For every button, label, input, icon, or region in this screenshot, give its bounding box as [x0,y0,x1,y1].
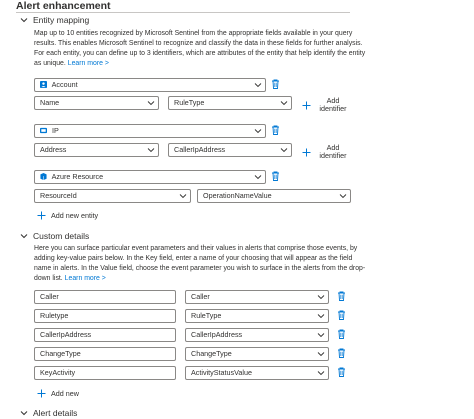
chevron-down-icon [317,371,325,376]
chevron-down-icon [280,101,288,106]
account-icon [40,81,47,88]
entity-type-value: Azure Resource [51,172,104,181]
add-identifier-button[interactable]: Add identifier [302,144,351,160]
add-new-detail-label: Add new [51,389,79,398]
chevron-down-icon [317,333,325,338]
entity-type-dropdown-ip[interactable]: IP [34,124,266,138]
delete-detail-icon[interactable] [337,310,346,320]
column-dropdown[interactable]: RuleType [168,96,292,110]
custom-detail-value-dropdown[interactable]: ChangeType [185,347,329,361]
custom-detail-value-dropdown[interactable]: RuleType [185,309,329,323]
custom-details-description: Here you can surface particular event pa… [34,245,366,282]
chevron-down-icon [147,101,155,106]
custom-detail-value-dropdown[interactable]: CallerIpAddress [185,328,329,342]
identifier-dropdown[interactable]: ResourceId [34,189,191,203]
plus-icon [37,211,46,220]
entity-mapping-toggle[interactable]: Entity mapping [19,15,89,25]
chevron-down-icon [254,83,262,88]
custom-detail-value-dropdown[interactable]: Caller [185,290,329,304]
delete-detail-icon[interactable] [337,348,346,358]
chevron-down-icon [254,175,262,180]
page-title: Alert enhancement [16,0,111,12]
chevron-down-icon [20,18,28,23]
entity-type-dropdown-account[interactable]: Account [34,78,266,92]
alert-details-toggle[interactable]: Alert details [19,408,77,418]
delete-detail-icon[interactable] [337,367,346,377]
plus-icon [302,148,311,156]
plus-icon [37,389,46,398]
entity-mapping-header: Entity mapping [33,15,90,25]
plus-icon [302,101,311,109]
add-identifier-label: Add identifier [319,143,347,160]
custom-details-header: Custom details [33,231,90,241]
delete-entity-icon[interactable] [271,171,280,181]
chevron-down-icon [317,314,325,319]
ip-icon [40,127,47,134]
identifier-dropdown[interactable]: Address [34,143,159,157]
title-divider [16,12,350,13]
column-dropdown[interactable]: CallerIpAddress [168,143,292,157]
entity-type-value: IP [52,126,59,135]
chevron-down-icon [317,295,325,300]
custom-detail-key-input[interactable]: ChangeType [34,347,176,361]
chevron-down-icon [147,148,155,153]
add-new-entity-label: Add new entity [51,211,99,220]
custom-detail-key-input[interactable]: CallerIpAddress [34,328,176,342]
entity-type-value: Account [51,80,78,89]
add-identifier-label: Add identifier [319,96,347,113]
add-new-detail-button[interactable]: Add new [37,389,79,398]
add-identifier-button[interactable]: Add identifier [302,97,351,113]
entity-type-dropdown-azure-resource[interactable]: Azure Resource [34,170,266,184]
chevron-down-icon [254,129,262,134]
custom-detail-key-input[interactable]: Caller [34,290,176,304]
custom-detail-value-dropdown[interactable]: ActivityStatusValue [185,366,329,380]
entity-mapping-description: Map up to 10 entities recognized by Micr… [34,30,366,67]
entity-mapping-learn-more-link[interactable]: Learn more > [68,60,109,67]
alert-details-header: Alert details [33,408,78,418]
chevron-down-icon [280,148,288,153]
chevron-down-icon [20,234,28,239]
custom-detail-key-input[interactable]: KeyActivity [34,366,176,380]
delete-detail-icon[interactable] [337,329,346,339]
chevron-down-icon [317,352,325,357]
chevron-down-icon [339,194,347,199]
azure-resource-icon [40,173,47,180]
column-dropdown[interactable]: OperationNameValue [197,189,351,203]
custom-detail-key-input[interactable]: Ruletype [34,309,176,323]
delete-entity-icon[interactable] [271,125,280,135]
chevron-down-icon [179,194,187,199]
delete-entity-icon[interactable] [271,79,280,89]
chevron-down-icon [20,411,28,416]
identifier-dropdown[interactable]: Name [34,96,159,110]
custom-details-toggle[interactable]: Custom details [19,231,89,241]
custom-details-learn-more-link[interactable]: Learn more > [65,275,106,282]
add-new-entity-button[interactable]: Add new entity [37,211,98,220]
delete-detail-icon[interactable] [337,291,346,301]
